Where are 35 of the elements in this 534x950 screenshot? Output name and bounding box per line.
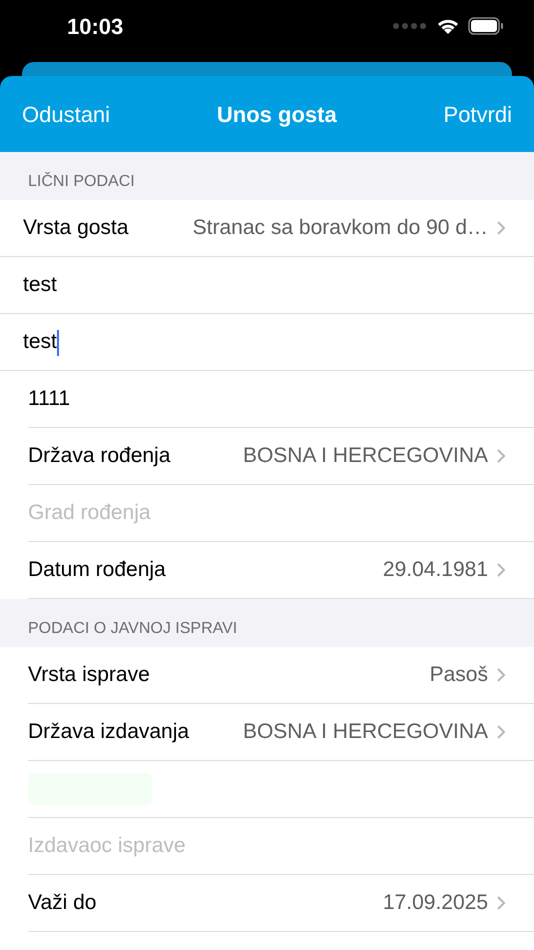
- select-row[interactable]: Važi do 17.09.2025: [28, 875, 534, 932]
- section-header: PODACI O JAVNOJ ISPRAVI: [0, 599, 534, 647]
- input-field[interactable]: test: [23, 326, 59, 358]
- chevron-icon: [496, 724, 506, 740]
- row-label: Država izdavanja: [28, 719, 190, 746]
- select-row[interactable]: Država rođenja BOSNA I HERCEGOVINA: [28, 428, 534, 485]
- input-field[interactable]: test: [23, 269, 506, 301]
- row-value: BOSNA I HERCEGOVINA: [242, 719, 488, 746]
- row-label: Država rođenja: [28, 443, 170, 470]
- wifi-icon: [436, 17, 460, 35]
- row-value: 29.04.1981: [382, 557, 488, 584]
- input-field[interactable]: Izdavaoc isprave: [28, 830, 506, 862]
- nav-title: Unos gosta: [216, 100, 337, 129]
- row-value: Stranac sa boravkom do 90 d…: [192, 215, 488, 242]
- input-field[interactable]: 1111: [28, 383, 506, 415]
- row-label: Važi do: [28, 890, 96, 916]
- status-time: 10:03: [67, 12, 124, 40]
- select-row[interactable]: Vrsta isprave Pasoš: [28, 647, 534, 704]
- row-value: Pasoš: [428, 662, 488, 688]
- chevron-icon: [496, 895, 506, 911]
- chevron-icon: [496, 562, 506, 578]
- select-row[interactable]: Država izdavanja BOSNA I HERCEGOVINA: [28, 704, 534, 761]
- battery-icon: [468, 17, 504, 35]
- signal-icon: [392, 22, 428, 30]
- input-field[interactable]: Grad rođenja: [28, 497, 506, 529]
- section-header: LIČNI PODACI: [0, 152, 534, 200]
- chevron-icon: [496, 448, 506, 464]
- row-label: Datum rođenja: [28, 557, 166, 584]
- row-label: Vrsta isprave: [28, 662, 150, 688]
- chevron-icon: [496, 667, 506, 683]
- row-value: BOSNA I HERCEGOVINA: [242, 443, 488, 470]
- row-value: 17.09.2025: [382, 890, 488, 916]
- select-row[interactable]: Vrsta gosta Stranac sa boravkom do 90 d…: [0, 200, 534, 257]
- chevron-icon: [496, 220, 506, 236]
- row-label: Vrsta gosta: [23, 215, 128, 242]
